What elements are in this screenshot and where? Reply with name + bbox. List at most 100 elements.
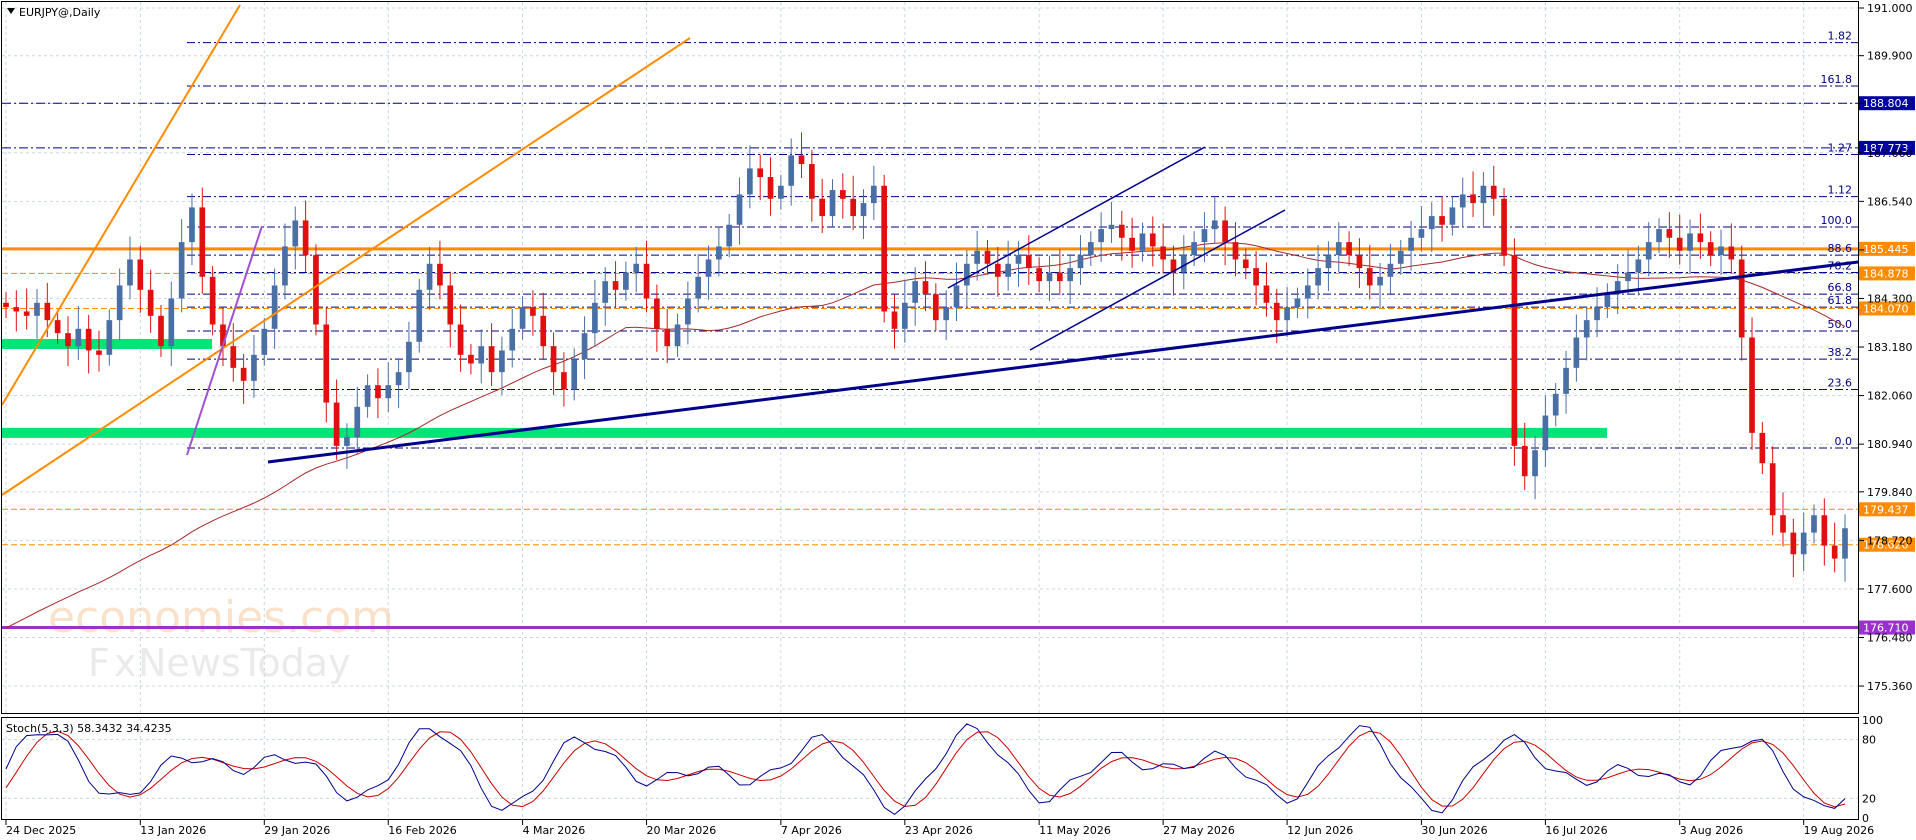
candle-bull (1573, 337, 1580, 368)
candle-bear (1821, 515, 1828, 546)
chart-title: EURJPY@,Daily (7, 6, 101, 19)
candle-bear (530, 307, 536, 316)
candle-bull (778, 185, 784, 199)
candle-bull (860, 203, 867, 217)
candle-bull (1718, 246, 1724, 256)
candle-bull (1211, 220, 1218, 230)
candle-bear (550, 346, 557, 373)
time-tick-label: 11 May 2026 (1039, 824, 1111, 837)
candle-bear (612, 281, 619, 290)
candle-bull (1315, 268, 1321, 286)
candle-bear (798, 155, 805, 165)
candle-bull (1645, 242, 1652, 260)
time-tick-label: 7 Apr 2026 (781, 824, 842, 837)
candle-bear (643, 263, 650, 299)
candle-bear (1769, 463, 1776, 516)
candle-bear (1356, 255, 1363, 269)
candle-bull (953, 285, 960, 308)
candle-bull (189, 207, 195, 243)
chart-window[interactable]: economies.com F x NewsToday 188.804187.7… (0, 0, 1916, 840)
price-level-label: 184.878 (1863, 267, 1909, 280)
candle-bull (901, 302, 908, 329)
candle-bull (106, 320, 113, 355)
watermark-sub-c: NewsToday (138, 641, 351, 685)
candle-bear (1242, 259, 1249, 269)
candle-bear (891, 311, 898, 329)
candle-bull (261, 328, 268, 355)
price-level-label: 185.445 (1863, 243, 1909, 256)
candle-bear (922, 281, 929, 295)
candle-bull (34, 302, 40, 316)
candle-bear (1222, 220, 1228, 243)
candle-bear (54, 320, 61, 334)
candle-bull (1604, 294, 1611, 308)
candle-bull (499, 350, 505, 373)
candle-bull (116, 285, 123, 321)
candle-bull (623, 272, 629, 290)
candle-bear (850, 198, 857, 217)
candle-bear (664, 328, 671, 347)
candle-bull (519, 307, 526, 329)
candle-bull (1098, 229, 1104, 243)
candle-bear (457, 324, 464, 355)
candle-bull (571, 359, 578, 390)
support-zone-main (2, 427, 1607, 438)
candle-bear (994, 263, 1001, 277)
candle-bull (1191, 242, 1197, 256)
candle-bull (478, 346, 485, 364)
candle-bull (705, 259, 712, 277)
fib-level-label: 1.82 (1828, 30, 1853, 43)
candle-bull (674, 324, 681, 347)
candle-bear (1160, 246, 1166, 260)
candle-bull (1294, 298, 1301, 308)
candle-bear (1149, 233, 1156, 247)
candle-bear (1521, 445, 1528, 477)
candle-bull (1015, 255, 1022, 264)
time-tick-label: 16 Feb 2026 (388, 824, 456, 837)
price-tick-label: 182.060 (1867, 390, 1913, 403)
time-tick-label: 4 Mar 2026 (523, 824, 586, 837)
candle-bear (881, 185, 888, 312)
candle-bull (726, 224, 733, 247)
candle-bull (1459, 194, 1466, 208)
time-tick-label: 27 May 2026 (1163, 824, 1235, 837)
time-tick-label: 16 Jul 2026 (1545, 824, 1607, 837)
candle-bull (1480, 185, 1487, 204)
candle-bull (1377, 276, 1383, 286)
watermark: economies.com F x NewsToday (48, 592, 394, 685)
candle-bear (654, 298, 660, 329)
watermark-brand: economies.com (48, 592, 394, 643)
candle-bull (1108, 224, 1115, 230)
price-tick-label: 175.360 (1867, 680, 1913, 693)
candle-bull (1325, 255, 1332, 269)
candle-bull (385, 385, 392, 399)
candle-bear (1232, 242, 1239, 260)
candle-bear (1666, 229, 1673, 238)
time-tick-label: 20 Mar 2026 (647, 824, 717, 837)
candle-bear (1366, 268, 1373, 286)
candle-bull (695, 276, 702, 299)
candle-bull (1594, 307, 1600, 321)
candle-bear (158, 315, 164, 347)
stoch-tick-label: 80 (1862, 734, 1876, 747)
candle-bull (1583, 320, 1590, 338)
candle-bull (1139, 233, 1146, 251)
time-tick-label: 29 Jan 2026 (264, 824, 330, 837)
candle-bear (1036, 268, 1042, 282)
candle-bull (1201, 229, 1208, 243)
candle-bull (871, 185, 877, 204)
fib-level-label: 88.6 (1828, 242, 1853, 255)
candle-bull (1625, 272, 1631, 282)
symbol-title: EURJPY@,Daily (19, 6, 101, 19)
candle-bear (840, 190, 846, 199)
fib-level-label: 66.8 (1828, 281, 1853, 294)
candle-bull (788, 155, 795, 186)
candle-bear (65, 333, 71, 347)
candle-bear (1831, 545, 1838, 559)
fib-level-label: 1.12 (1828, 184, 1853, 197)
time-tick-label: 19 Aug 2026 (1804, 824, 1874, 837)
candle-bear (540, 315, 547, 347)
candle-bear (137, 259, 144, 290)
candle-bear (819, 198, 826, 217)
time-tick-label: 24 Dec 2025 (6, 824, 76, 837)
